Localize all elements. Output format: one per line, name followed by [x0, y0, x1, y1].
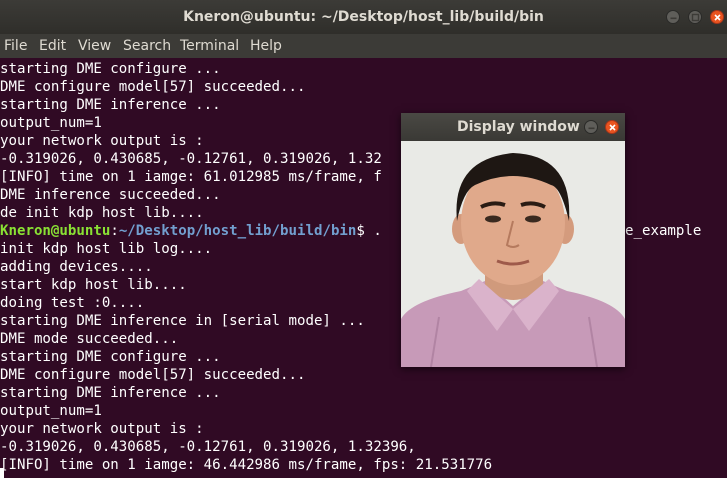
window-titlebar[interactable]: Kneron@ubuntu: ~/Desktop/host_lib/build/… [0, 0, 727, 34]
minimize-button[interactable] [666, 10, 680, 24]
close-button[interactable] [710, 10, 724, 24]
terminal-line: start kdp host lib.... [0, 277, 187, 293]
display-close-button[interactable] [605, 120, 619, 134]
terminal-line: [INFO] time on 1 iamge: 61.012985 ms/fra… [0, 169, 382, 185]
minimize-icon [670, 17, 677, 20]
display-minimize-button[interactable] [584, 120, 598, 134]
face-photo [401, 141, 625, 367]
menu-view[interactable]: View [78, 38, 111, 54]
prompt-command-tail: e_example [625, 223, 702, 239]
terminal-line: starting DME inference in [serial mode] … [0, 313, 365, 329]
menu-edit[interactable]: Edit [39, 38, 66, 54]
terminal-line: your network output is : [0, 133, 204, 149]
prompt-sign: $ . [356, 223, 382, 239]
terminal-line: DME configure model[57] succeeded... [0, 367, 306, 383]
terminal-line: output_num=1 [0, 115, 102, 131]
terminal-line: starting DME inference ... [0, 385, 221, 401]
terminal-line: DME inference succeeded... [0, 187, 221, 203]
terminal-line: DME configure model[57] succeeded... [0, 79, 306, 95]
prompt-path: ~/Desktop/host_lib/build/bin [118, 223, 357, 239]
prompt-separator: : [110, 223, 119, 239]
terminal-prompt-line: Kneron@ubuntu:~/Desktop/host_lib/build/b… [0, 222, 382, 240]
menu-bar: File Edit View Search Terminal Help [0, 34, 727, 58]
terminal-line: de init kdp host lib.... [0, 205, 204, 221]
terminal-line: starting DME configure ... [0, 349, 221, 365]
prompt-user: Kneron@ubuntu [0, 223, 111, 239]
terminal-line: doing test :0.... [0, 295, 145, 311]
terminal-line: init kdp host lib log.... [0, 241, 213, 257]
terminal-line: your network output is : [0, 421, 204, 437]
portrait-image [401, 141, 625, 367]
terminal-line: starting DME inference ... [0, 97, 221, 113]
close-icon [609, 124, 616, 131]
terminal-line: [INFO] time on 1 iamge: 46.442986 ms/fra… [0, 457, 493, 473]
close-icon [714, 14, 721, 21]
display-window-titlebar[interactable]: Display window [401, 113, 625, 141]
maximize-icon [691, 13, 700, 22]
terminal-line: -0.319026, 0.430685, -0.12761, 0.319026,… [0, 439, 416, 455]
terminal-line: -0.319026, 0.430685, -0.12761, 0.319026,… [0, 151, 382, 167]
maximize-button[interactable] [688, 10, 702, 24]
window-title: Kneron@ubuntu: ~/Desktop/host_lib/build/… [183, 9, 544, 25]
menu-help[interactable]: Help [250, 38, 282, 54]
terminal-line: DME mode succeeded... [0, 331, 179, 347]
terminal-line: adding devices.... [0, 259, 153, 275]
minimize-icon [588, 127, 595, 130]
terminal-cursor [0, 468, 4, 478]
terminal-line: output_num=1 [0, 403, 102, 419]
menu-search[interactable]: Search [123, 38, 171, 54]
display-window[interactable]: Display window [401, 113, 625, 367]
terminal-line: starting DME configure ... [0, 61, 221, 77]
display-window-title: Display window [457, 119, 580, 135]
menu-file[interactable]: File [4, 38, 27, 54]
menu-terminal[interactable]: Terminal [180, 38, 239, 54]
